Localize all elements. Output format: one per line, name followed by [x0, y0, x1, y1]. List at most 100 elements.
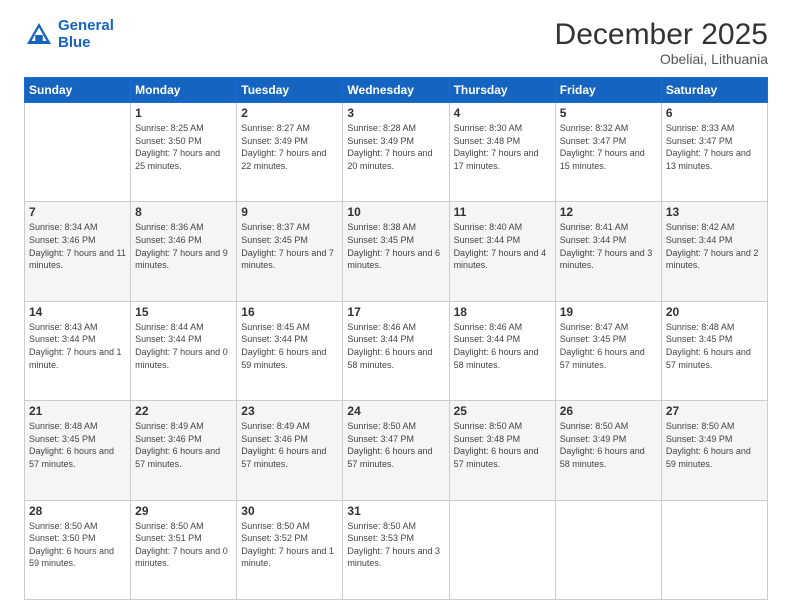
day-info: Sunrise: 8:49 AMSunset: 3:46 PMDaylight:… — [241, 420, 338, 470]
day-number: 5 — [560, 106, 657, 120]
day-info: Sunrise: 8:44 AMSunset: 3:44 PMDaylight:… — [135, 321, 232, 371]
day-info: Sunrise: 8:42 AMSunset: 3:44 PMDaylight:… — [666, 221, 763, 271]
day-info: Sunrise: 8:36 AMSunset: 3:46 PMDaylight:… — [135, 221, 232, 271]
day-number: 7 — [29, 205, 126, 219]
day-number: 20 — [666, 305, 763, 319]
calendar-header: Sunday Monday Tuesday Wednesday Thursday… — [25, 78, 768, 103]
day-number: 30 — [241, 504, 338, 518]
day-number: 22 — [135, 404, 232, 418]
day-number: 28 — [29, 504, 126, 518]
day-number: 10 — [347, 205, 444, 219]
col-tuesday: Tuesday — [237, 78, 343, 103]
table-row — [25, 103, 131, 202]
col-monday: Monday — [131, 78, 237, 103]
table-row — [449, 500, 555, 599]
day-number: 27 — [666, 404, 763, 418]
col-sunday: Sunday — [25, 78, 131, 103]
day-info: Sunrise: 8:50 AMSunset: 3:53 PMDaylight:… — [347, 520, 444, 570]
day-number: 13 — [666, 205, 763, 219]
day-number: 29 — [135, 504, 232, 518]
day-info: Sunrise: 8:27 AMSunset: 3:49 PMDaylight:… — [241, 122, 338, 172]
day-info: Sunrise: 8:46 AMSunset: 3:44 PMDaylight:… — [347, 321, 444, 371]
table-row: 23 Sunrise: 8:49 AMSunset: 3:46 PMDayligh… — [237, 401, 343, 500]
day-number: 17 — [347, 305, 444, 319]
day-info: Sunrise: 8:50 AMSunset: 3:48 PMDaylight:… — [454, 420, 551, 470]
table-row: 27 Sunrise: 8:50 AMSunset: 3:49 PMDayligh… — [661, 401, 767, 500]
day-number: 9 — [241, 205, 338, 219]
calendar-table: Sunday Monday Tuesday Wednesday Thursday… — [24, 77, 768, 600]
day-number: 26 — [560, 404, 657, 418]
day-number: 3 — [347, 106, 444, 120]
table-row: 26Sunrise: 8:50 AMSunset: 3:49 PMDayligh… — [555, 401, 661, 500]
day-info: Sunrise: 8:50 AMSunset: 3:49 PMDaylight:… — [666, 420, 763, 470]
table-row — [661, 500, 767, 599]
day-number: 23 — [241, 404, 338, 418]
table-row: 11 Sunrise: 8:40 AMSunset: 3:44 PMDayligh… — [449, 202, 555, 301]
page: General Blue December 2025 Obeliai, Lith… — [0, 0, 792, 612]
table-row: 4 Sunrise: 8:30 AMSunset: 3:48 PMDaylight… — [449, 103, 555, 202]
day-info: Sunrise: 8:32 AMSunset: 3:47 PMDaylight:… — [560, 122, 657, 172]
day-info: Sunrise: 8:38 AMSunset: 3:45 PMDaylight:… — [347, 221, 444, 271]
table-row: 18Sunrise: 8:46 AMSunset: 3:44 PMDayligh… — [449, 301, 555, 400]
day-number: 31 — [347, 504, 444, 518]
table-row: 30 Sunrise: 8:50 AMSunset: 3:52 PMDayligh… — [237, 500, 343, 599]
table-row: 25 Sunrise: 8:50 AMSunset: 3:48 PMDayligh… — [449, 401, 555, 500]
col-thursday: Thursday — [449, 78, 555, 103]
main-title: December 2025 — [555, 18, 768, 51]
week-row-1: 1 Sunrise: 8:25 AMSunset: 3:50 PMDaylight… — [25, 103, 768, 202]
col-wednesday: Wednesday — [343, 78, 449, 103]
day-number: 12 — [560, 205, 657, 219]
logo-line1: General — [58, 17, 114, 34]
table-row: 24Sunrise: 8:50 AMSunset: 3:47 PMDayligh… — [343, 401, 449, 500]
table-row: 15 Sunrise: 8:44 AMSunset: 3:44 PMDayligh… — [131, 301, 237, 400]
day-info: Sunrise: 8:33 AMSunset: 3:47 PMDaylight:… — [666, 122, 763, 172]
table-row: 28 Sunrise: 8:50 AMSunset: 3:50 PMDayligh… — [25, 500, 131, 599]
table-row: 17 Sunrise: 8:46 AMSunset: 3:44 PMDayligh… — [343, 301, 449, 400]
day-number: 16 — [241, 305, 338, 319]
table-row: 1 Sunrise: 8:25 AMSunset: 3:50 PMDaylight… — [131, 103, 237, 202]
day-info: Sunrise: 8:40 AMSunset: 3:44 PMDaylight:… — [454, 221, 551, 271]
day-info: Sunrise: 8:46 AMSunset: 3:44 PMDaylight:… — [454, 321, 551, 371]
table-row: 22Sunrise: 8:49 AMSunset: 3:46 PMDayligh… — [131, 401, 237, 500]
day-info: Sunrise: 8:28 AMSunset: 3:49 PMDaylight:… — [347, 122, 444, 172]
title-block: December 2025 Obeliai, Lithuania — [555, 18, 768, 67]
header: General Blue December 2025 Obeliai, Lith… — [24, 18, 768, 67]
table-row: 8Sunrise: 8:36 AMSunset: 3:46 PMDaylight… — [131, 202, 237, 301]
day-info: Sunrise: 8:30 AMSunset: 3:48 PMDaylight:… — [454, 122, 551, 172]
day-info: Sunrise: 8:50 AMSunset: 3:50 PMDaylight:… — [29, 520, 126, 570]
day-info: Sunrise: 8:37 AMSunset: 3:45 PMDaylight:… — [241, 221, 338, 271]
day-number: 11 — [454, 205, 551, 219]
day-info: Sunrise: 8:25 AMSunset: 3:50 PMDaylight:… — [135, 122, 232, 172]
day-number: 2 — [241, 106, 338, 120]
table-row: 5 Sunrise: 8:32 AMSunset: 3:47 PMDaylight… — [555, 103, 661, 202]
table-row: 10 Sunrise: 8:38 AMSunset: 3:45 PMDayligh… — [343, 202, 449, 301]
day-info: Sunrise: 8:45 AMSunset: 3:44 PMDaylight:… — [241, 321, 338, 371]
table-row: 7Sunrise: 8:34 AMSunset: 3:46 PMDaylight… — [25, 202, 131, 301]
week-row-3: 14Sunrise: 8:43 AMSunset: 3:44 PMDayligh… — [25, 301, 768, 400]
header-row: Sunday Monday Tuesday Wednesday Thursday… — [25, 78, 768, 103]
day-number: 19 — [560, 305, 657, 319]
day-info: Sunrise: 8:50 AMSunset: 3:52 PMDaylight:… — [241, 520, 338, 570]
week-row-4: 21Sunrise: 8:48 AMSunset: 3:45 PMDayligh… — [25, 401, 768, 500]
day-number: 25 — [454, 404, 551, 418]
table-row: 9 Sunrise: 8:37 AMSunset: 3:45 PMDaylight… — [237, 202, 343, 301]
table-row: 19Sunrise: 8:47 AMSunset: 3:45 PMDayligh… — [555, 301, 661, 400]
table-row: 31 Sunrise: 8:50 AMSunset: 3:53 PMDayligh… — [343, 500, 449, 599]
table-row: 6Sunrise: 8:33 AMSunset: 3:47 PMDaylight… — [661, 103, 767, 202]
day-number: 1 — [135, 106, 232, 120]
day-number: 15 — [135, 305, 232, 319]
table-row: 12 Sunrise: 8:41 AMSunset: 3:44 PMDayligh… — [555, 202, 661, 301]
day-info: Sunrise: 8:50 AMSunset: 3:51 PMDaylight:… — [135, 520, 232, 570]
logo-line2: Blue — [58, 34, 91, 51]
col-friday: Friday — [555, 78, 661, 103]
logo-icon — [24, 20, 54, 50]
table-row: 16 Sunrise: 8:45 AMSunset: 3:44 PMDayligh… — [237, 301, 343, 400]
subtitle: Obeliai, Lithuania — [555, 51, 768, 67]
day-info: Sunrise: 8:48 AMSunset: 3:45 PMDaylight:… — [29, 420, 126, 470]
col-saturday: Saturday — [661, 78, 767, 103]
table-row: 13 Sunrise: 8:42 AMSunset: 3:44 PMDayligh… — [661, 202, 767, 301]
day-info: Sunrise: 8:41 AMSunset: 3:44 PMDaylight:… — [560, 221, 657, 271]
table-row: 29 Sunrise: 8:50 AMSunset: 3:51 PMDayligh… — [131, 500, 237, 599]
day-number: 4 — [454, 106, 551, 120]
day-info: Sunrise: 8:43 AMSunset: 3:44 PMDaylight:… — [29, 321, 126, 371]
